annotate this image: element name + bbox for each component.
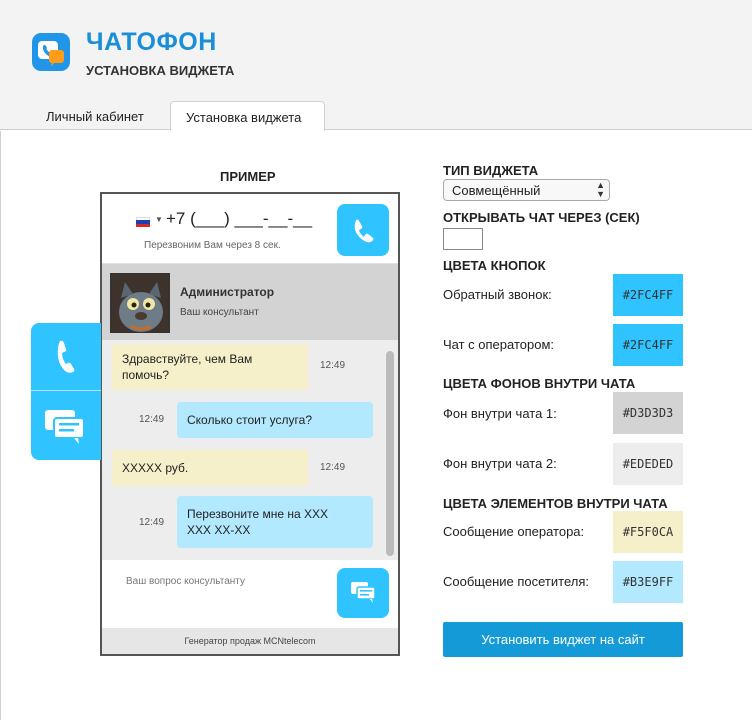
divider	[31, 390, 101, 391]
operator-msg-color-input[interactable]: #F5F0CA	[613, 511, 683, 553]
chevron-down-icon[interactable]: ▼	[155, 215, 163, 224]
operator-panel: Администратор Ваш консультант	[102, 264, 398, 340]
chat-color-input[interactable]: #2FC4FF	[613, 324, 683, 366]
preview-title: ПРИМЕР	[220, 169, 276, 184]
chat-color-label: Чат с оператором:	[443, 337, 555, 352]
chat-bubble-icon[interactable]	[44, 409, 86, 445]
message-time: 12:49	[320, 360, 346, 371]
bg1-color-label: Фон внутри чата 1:	[443, 406, 557, 421]
operator-role: Ваш консультант	[180, 307, 259, 318]
open-chat-delay-input[interactable]	[443, 228, 483, 250]
message-time: 12:49	[320, 462, 346, 473]
message-time: 12:49	[139, 517, 165, 528]
chat-phone-logo-icon	[32, 33, 70, 71]
tab-personal-account[interactable]: Личный кабинет	[32, 101, 158, 131]
callback-note: Перезвоним Вам через 8 сек.	[144, 240, 281, 251]
visitor-message: Сколько стоит услуга?	[177, 402, 373, 438]
bg2-color-label: Фон внутри чата 2:	[443, 456, 557, 471]
callback-button[interactable]	[337, 204, 389, 256]
side-tab	[31, 323, 101, 460]
phone-icon	[354, 219, 374, 243]
select-arrows-icon: ▲ ▼	[596, 180, 605, 199]
bg-colors-title: ЦВЕТА ФОНОВ ВНУТРИ ЧАТА	[443, 376, 636, 391]
callback-color-label: Обратный звонок:	[443, 287, 552, 302]
callback-color-input[interactable]: #2FC4FF	[613, 274, 683, 316]
widget-type-title: ТИП ВИДЖЕТА	[443, 163, 539, 178]
callback-panel: ▼ +7 (___) ___-__-__ Перезвоним Вам чере…	[102, 194, 398, 264]
russia-flag-icon[interactable]	[136, 217, 150, 227]
visitor-message: Перезвоните мне на XXX XXX XX-XX	[177, 496, 373, 548]
divider	[0, 131, 1, 720]
chat-messages: Здравствуйте, чем Вам помочь? 12:49 Скол…	[102, 340, 398, 560]
phone-icon[interactable]	[52, 339, 80, 373]
operator-name: Администратор	[180, 285, 275, 299]
bg1-color-input[interactable]: #D3D3D3	[613, 392, 683, 434]
message-time: 12:49	[139, 414, 165, 425]
widget-type-value: Совмещённый	[452, 183, 541, 198]
send-button[interactable]	[337, 568, 389, 618]
app-title: ЧАТОФОН	[86, 28, 217, 56]
chat-scrollbar[interactable]	[386, 351, 394, 556]
phone-input[interactable]: +7 (___) ___-__-__	[166, 209, 312, 229]
widget-preview: ▼ +7 (___) ___-__-__ Перезвоним Вам чере…	[100, 192, 400, 656]
visitor-msg-color-label: Сообщение посетителя:	[443, 574, 589, 589]
element-colors-title: ЦВЕТА ЭЛЕМЕНТОВ ВНУТРИ ЧАТА	[443, 496, 668, 511]
operator-msg-color-label: Сообщение оператора:	[443, 524, 585, 539]
open-chat-title: ОТКРЫВАТЬ ЧАТ ЧЕРЕЗ (СЕК)	[443, 210, 640, 225]
bg2-color-input[interactable]: #EDEDED	[613, 443, 683, 485]
page-subtitle: УСТАНОВКА ВИДЖЕТА	[86, 63, 235, 78]
install-widget-button[interactable]: Установить виджет на сайт	[443, 622, 683, 657]
header: ЧАТОФОН УСТАНОВКА ВИДЖЕТА Личный кабинет…	[0, 0, 752, 131]
widget-type-select[interactable]: Совмещённый ▲ ▼	[443, 179, 610, 201]
chat-bubble-icon	[351, 582, 376, 603]
widget-footer: Генератор продаж MCNtelecom	[102, 628, 398, 654]
visitor-msg-color-input[interactable]: #B3E9FF	[613, 561, 683, 603]
message-input[interactable]: Ваш вопрос консультанту	[126, 576, 245, 587]
button-colors-title: ЦВЕТА КНОПОК	[443, 258, 546, 273]
operator-message: Здравствуйте, чем Вам помочь?	[112, 344, 308, 390]
operator-avatar	[110, 273, 170, 333]
message-input-area: Ваш вопрос консультанту	[102, 560, 398, 628]
tab-widget-install[interactable]: Установка виджета	[170, 101, 325, 131]
operator-message: XXXXX руб.	[112, 450, 308, 486]
